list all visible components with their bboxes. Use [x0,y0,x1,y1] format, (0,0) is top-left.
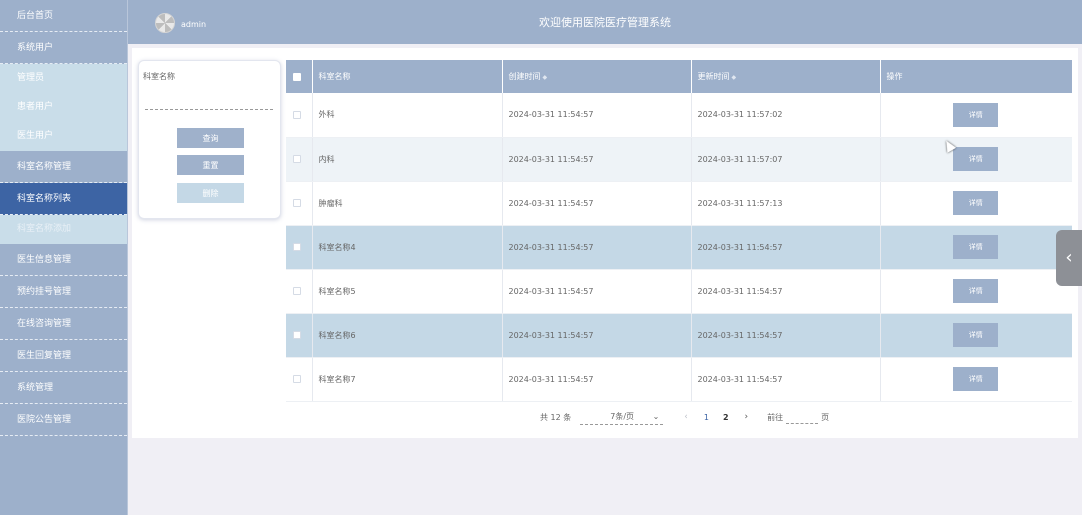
column-header-created[interactable]: 创建时间 ◆ [502,60,692,93]
column-header-updated[interactable]: 更新时间 ◆ [691,60,881,93]
row-checkbox[interactable] [293,287,301,295]
system-users-submenu: 管理员 患者用户 医生用户 [0,64,127,151]
detail-button[interactable]: 详情 [953,323,999,347]
sidebar-item-system-users[interactable]: 系统用户 [0,32,127,64]
cell-created: 2024-03-31 11:54:57 [502,313,692,358]
detail-button[interactable]: 详情 [953,235,999,259]
search-panel: 科室名称 查询 重置 删除 [138,60,281,219]
sidebar: 后台首页 系统用户 管理员 患者用户 医生用户 科室名称管理 科室名称列表 科室… [0,0,128,515]
cell-dept-name: 科室名称4 [312,225,503,270]
detail-button[interactable]: 详情 [953,191,999,215]
cell-created: 2024-03-31 11:54:57 [502,137,692,182]
sidebar-item-doctor-reply[interactable]: 医生回复管理 [0,340,127,372]
page-title: 欢迎使用医院医疗管理系统 [539,16,671,29]
cell-dept-name: 内科 [312,137,503,182]
select-all-checkbox[interactable] [293,72,301,81]
sidebar-sub-dept-add[interactable]: 科室名称添加 [0,215,127,244]
sort-icon[interactable]: ◆ [732,74,737,81]
detail-button[interactable]: 详情 [953,147,999,171]
table-row[interactable]: 科室名称5 2024-03-31 11:54:57 2024-03-31 11:… [286,269,1072,314]
cell-dept-name: 科室名称6 [312,313,503,358]
cell-dept-name: 科室名称5 [312,269,503,314]
row-checkbox[interactable] [293,155,301,163]
pagination: 共 12 条 7条/页 ⌄ ‹ 1 2 › 前往 页 [540,408,829,426]
query-button[interactable]: 查询 [177,128,244,148]
sidebar-item-announcements[interactable]: 医院公告管理 [0,404,127,436]
table-row[interactable]: 科室名称7 2024-03-31 11:54:57 2024-03-31 11:… [286,357,1072,402]
sidebar-sub-doctors[interactable]: 医生用户 [0,122,127,151]
sidebar-item-doctor-info[interactable]: 医生信息管理 [0,244,127,276]
next-page-icon[interactable]: › [745,412,749,422]
cell-created: 2024-03-31 11:54:57 [502,225,692,270]
pagination-total: 共 12 条 [540,412,572,422]
dept-table: 科室名称 创建时间 ◆ 更新时间 ◆ 操作 外科 2024-03-31 11:54:… [286,60,1073,402]
side-collapse-tab[interactable]: ‹ [1056,230,1082,286]
page-size-select[interactable]: 7条/页 ⌄ [580,409,664,425]
chevron-left-icon: ‹ [1065,247,1073,268]
cell-updated: 2024-03-31 11:57:02 [691,93,881,138]
sidebar-item-system[interactable]: 系统管理 [0,372,127,404]
page-number-1[interactable]: 1 [704,413,709,422]
sidebar-item-consultation[interactable]: 在线咨询管理 [0,308,127,340]
row-checkbox[interactable] [293,243,301,251]
cell-updated: 2024-03-31 11:54:57 [691,357,881,402]
column-header-name: 科室名称 [312,60,503,93]
row-checkbox[interactable] [293,199,301,207]
row-checkbox[interactable] [293,375,301,383]
cell-dept-name: 科室名称7 [312,357,503,402]
reset-button[interactable]: 重置 [177,155,244,175]
cell-dept-name: 肿瘤科 [312,181,503,226]
goto-page-input[interactable] [786,410,819,424]
prev-page-icon[interactable]: ‹ [684,412,688,422]
sidebar-sub-dept-list[interactable]: 科室名称列表 [0,183,127,215]
table-row[interactable]: 肿瘤科 2024-03-31 11:54:57 2024-03-31 11:57… [286,181,1072,226]
detail-button[interactable]: 详情 [953,102,999,127]
goto-label: 前往 [767,412,784,422]
search-label: 科室名称 [143,72,175,81]
delete-button[interactable]: 删除 [177,183,244,203]
top-header: admin 欢迎使用医院医疗管理系统 [128,0,1082,44]
cell-updated: 2024-03-31 11:54:57 [691,269,881,314]
column-header-actions: 操作 [880,60,1073,93]
dept-submenu: 科室名称添加 [0,215,127,244]
sidebar-item-appointments[interactable]: 预约挂号管理 [0,276,127,308]
sidebar-item-dept-management[interactable]: 科室名称管理 [0,151,127,183]
table-row[interactable]: 外科 2024-03-31 11:54:57 2024-03-31 11:57:… [286,93,1072,138]
table-header-row: 科室名称 创建时间 ◆ 更新时间 ◆ 操作 [286,60,1073,93]
cell-created: 2024-03-31 11:54:57 [502,269,692,314]
cell-created: 2024-03-31 11:54:57 [502,357,692,402]
select-all-cell [286,60,313,93]
sidebar-item-home[interactable]: 后台首页 [0,0,127,32]
cell-updated: 2024-03-31 11:54:57 [691,313,881,358]
cell-updated: 2024-03-31 11:57:07 [691,137,881,182]
table-row[interactable]: 科室名称4 2024-03-31 11:54:57 2024-03-31 11:… [286,225,1072,270]
sidebar-sub-admin[interactable]: 管理员 [0,64,127,93]
cell-dept-name: 外科 [312,93,503,138]
page-number-2[interactable]: 2 [723,413,729,422]
chevron-down-icon: ⌄ [652,412,660,421]
detail-button[interactable]: 详情 [953,279,999,303]
dept-name-search-input[interactable] [145,97,273,110]
sort-icon[interactable]: ◆ [543,74,548,81]
row-checkbox[interactable] [293,110,301,119]
table-row[interactable]: 科室名称6 2024-03-31 11:54:57 2024-03-31 11:… [286,313,1072,358]
goto-suffix: 页 [821,412,830,422]
main-content: 科室名称 查询 重置 删除 科室名称 创建时间 ◆ 更新时间 ◆ 操作 外科 2… [132,48,1078,438]
cell-updated: 2024-03-31 11:54:57 [691,225,881,270]
cell-created: 2024-03-31 11:54:57 [502,93,692,138]
detail-button[interactable]: 详情 [953,367,999,391]
cell-updated: 2024-03-31 11:57:13 [691,181,881,226]
sidebar-sub-patients[interactable]: 患者用户 [0,93,127,122]
cell-created: 2024-03-31 11:54:57 [502,181,692,226]
row-checkbox[interactable] [293,331,301,339]
